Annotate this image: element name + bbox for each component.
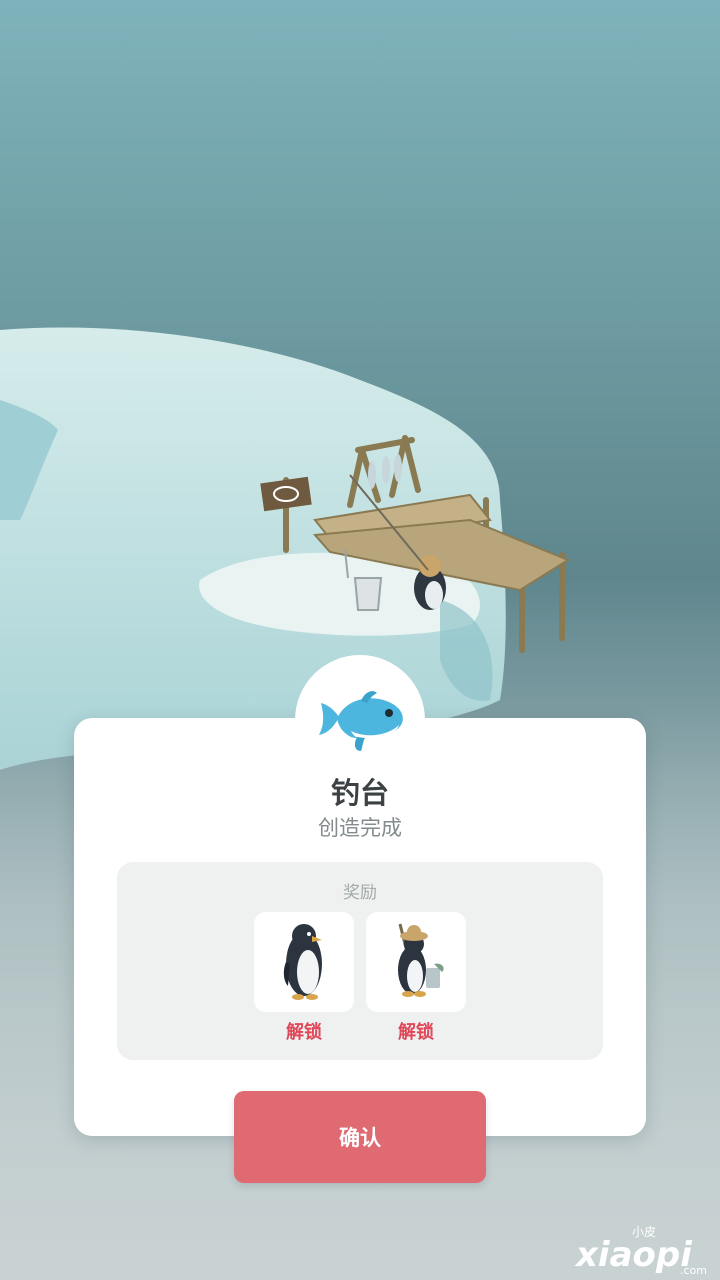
fish-icon (319, 691, 403, 751)
watermark-big-text: xiaopi (574, 1235, 693, 1275)
reward-card-penguin[interactable] (254, 912, 354, 1012)
reward-card-fishing-penguin[interactable] (366, 912, 466, 1012)
confirm-button[interactable]: 确认 (234, 1091, 486, 1183)
watermark-logo: 小皮 xiaopi .com (574, 1225, 707, 1276)
penguin-icon (283, 924, 322, 1000)
reward-caption-fishing-penguin: 解锁 (398, 1022, 434, 1043)
rewards-label: 奖励 (343, 883, 377, 903)
dialog-badge (295, 655, 425, 785)
reward-caption-penguin: 解锁 (286, 1022, 322, 1043)
dialog-title: 钓台 (330, 776, 389, 810)
rewards-panel: 奖励 解锁 解锁 (117, 862, 603, 1060)
bucket (353, 577, 383, 611)
fishing-penguin-icon (398, 923, 444, 997)
dialog-subtitle: 创造完成 (318, 816, 402, 840)
watermark-domain-text: .com (680, 1264, 707, 1276)
